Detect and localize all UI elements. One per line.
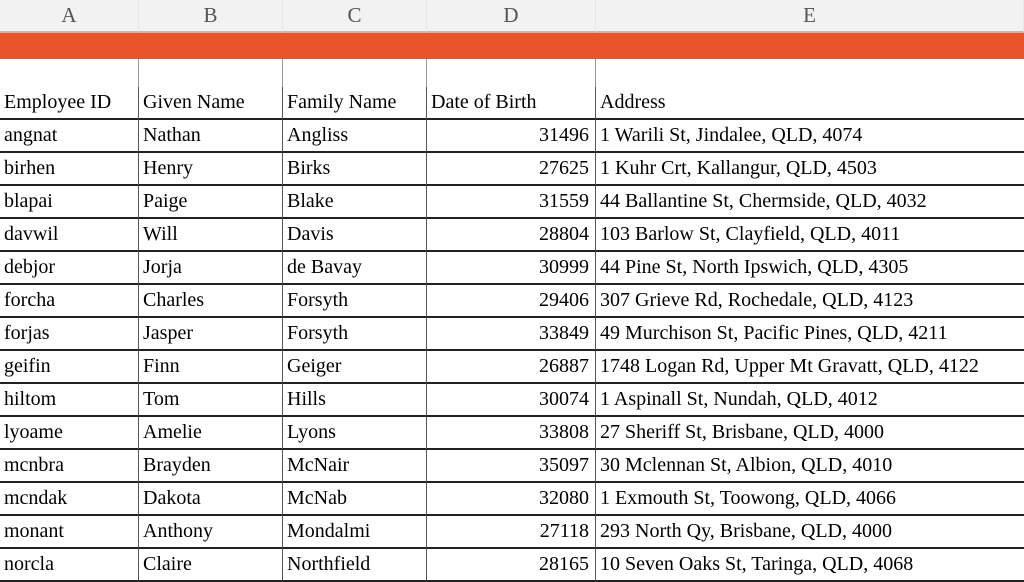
cell-given-name[interactable]: Charles [139,285,283,318]
cell-given-name[interactable]: Jasper [139,318,283,351]
cell-family-name[interactable]: McNair [283,450,427,483]
column-header-b[interactable]: B [139,0,283,33]
header-employee-id[interactable]: Employee ID [0,87,139,120]
cell-address[interactable]: 27 Sheriff St, Brisbane, QLD, 4000 [596,417,1024,450]
cell-family-name[interactable]: Mondalmi [283,516,427,549]
cell-family-name[interactable]: Angliss [283,120,427,153]
cell-dob[interactable]: 30074 [427,384,596,417]
cell-employee-id[interactable]: mcndak [0,483,139,516]
header-family-name[interactable]: Family Name [283,87,427,120]
cell-given-name[interactable]: Brayden [139,450,283,483]
cell-address[interactable]: 307 Grieve Rd, Rochedale, QLD, 4123 [596,285,1024,318]
cell-dob[interactable]: 28165 [427,549,596,582]
cell-employee-id[interactable]: mcnbra [0,450,139,483]
cell-given-name[interactable]: Finn [139,351,283,384]
cell-employee-id[interactable]: debjor [0,252,139,285]
cell-family-name[interactable]: Forsyth [283,318,427,351]
cell-given-name[interactable]: Paige [139,186,283,219]
cell-address[interactable]: 1 Aspinall St, Nundah, QLD, 4012 [596,384,1024,417]
blank-cell[interactable] [427,59,596,87]
cell-employee-id[interactable]: lyoame [0,417,139,450]
cell-dob[interactable]: 33849 [427,318,596,351]
cell-given-name[interactable]: Amelie [139,417,283,450]
cell-family-name[interactable]: McNab [283,483,427,516]
cell-family-name[interactable]: Geiger [283,351,427,384]
cell-family-name[interactable]: Birks [283,153,427,186]
column-header-d[interactable]: D [427,0,596,33]
spreadsheet-grid: A B C D E Employee ID Given Name Family … [0,0,1024,582]
blank-cell[interactable] [139,59,283,87]
cell-employee-id[interactable]: hiltom [0,384,139,417]
cell-address[interactable]: 10 Seven Oaks St, Taringa, QLD, 4068 [596,549,1024,582]
cell-address[interactable]: 103 Barlow St, Clayfield, QLD, 4011 [596,219,1024,252]
column-header-a[interactable]: A [0,0,139,33]
cell-dob[interactable]: 33808 [427,417,596,450]
cell-dob[interactable]: 27118 [427,516,596,549]
cell-employee-id[interactable]: forjas [0,318,139,351]
cell-address[interactable]: 49 Murchison St, Pacific Pines, QLD, 421… [596,318,1024,351]
cell-family-name[interactable]: de Bavay [283,252,427,285]
cell-given-name[interactable]: Tom [139,384,283,417]
cell-family-name[interactable]: Blake [283,186,427,219]
cell-address[interactable]: 1748 Logan Rd, Upper Mt Gravatt, QLD, 41… [596,351,1024,384]
cell-address[interactable]: 1 Kuhr Crt, Kallangur, QLD, 4503 [596,153,1024,186]
cell-employee-id[interactable]: monant [0,516,139,549]
cell-address[interactable]: 44 Ballantine St, Chermside, QLD, 4032 [596,186,1024,219]
cell-employee-id[interactable]: angnat [0,120,139,153]
cell-family-name[interactable]: Northfield [283,549,427,582]
cell-dob[interactable]: 35097 [427,450,596,483]
column-header-c[interactable]: C [283,0,427,33]
cell-employee-id[interactable]: geifin [0,351,139,384]
cell-address[interactable]: 44 Pine St, North Ipswich, QLD, 4305 [596,252,1024,285]
cell-family-name[interactable]: Lyons [283,417,427,450]
cell-given-name[interactable]: Dakota [139,483,283,516]
blank-cell[interactable] [596,59,1024,87]
cell-given-name[interactable]: Will [139,219,283,252]
cell-address[interactable]: 30 Mclennan St, Albion, QLD, 4010 [596,450,1024,483]
cell-dob[interactable]: 29406 [427,285,596,318]
header-address[interactable]: Address [596,87,1024,120]
cell-dob[interactable]: 30999 [427,252,596,285]
cell-given-name[interactable]: Claire [139,549,283,582]
cell-employee-id[interactable]: norcla [0,549,139,582]
cell-family-name[interactable]: Davis [283,219,427,252]
cell-family-name[interactable]: Forsyth [283,285,427,318]
cell-address[interactable]: 293 North Qy, Brisbane, QLD, 4000 [596,516,1024,549]
cell-employee-id[interactable]: davwil [0,219,139,252]
blank-cell[interactable] [283,59,427,87]
column-header-e[interactable]: E [596,0,1024,33]
cell-address[interactable]: 1 Exmouth St, Toowong, QLD, 4066 [596,483,1024,516]
cell-dob[interactable]: 28804 [427,219,596,252]
header-dob[interactable]: Date of Birth [427,87,596,120]
header-given-name[interactable]: Given Name [139,87,283,120]
cell-given-name[interactable]: Anthony [139,516,283,549]
cell-family-name[interactable]: Hills [283,384,427,417]
accent-row[interactable] [0,33,1024,59]
cell-dob[interactable]: 31496 [427,120,596,153]
cell-dob[interactable]: 26887 [427,351,596,384]
cell-employee-id[interactable]: forcha [0,285,139,318]
blank-cell[interactable] [0,59,139,87]
cell-given-name[interactable]: Henry [139,153,283,186]
cell-employee-id[interactable]: blapai [0,186,139,219]
cell-dob[interactable]: 32080 [427,483,596,516]
cell-address[interactable]: 1 Warili St, Jindalee, QLD, 4074 [596,120,1024,153]
cell-employee-id[interactable]: birhen [0,153,139,186]
cell-given-name[interactable]: Nathan [139,120,283,153]
cell-given-name[interactable]: Jorja [139,252,283,285]
cell-dob[interactable]: 27625 [427,153,596,186]
cell-dob[interactable]: 31559 [427,186,596,219]
